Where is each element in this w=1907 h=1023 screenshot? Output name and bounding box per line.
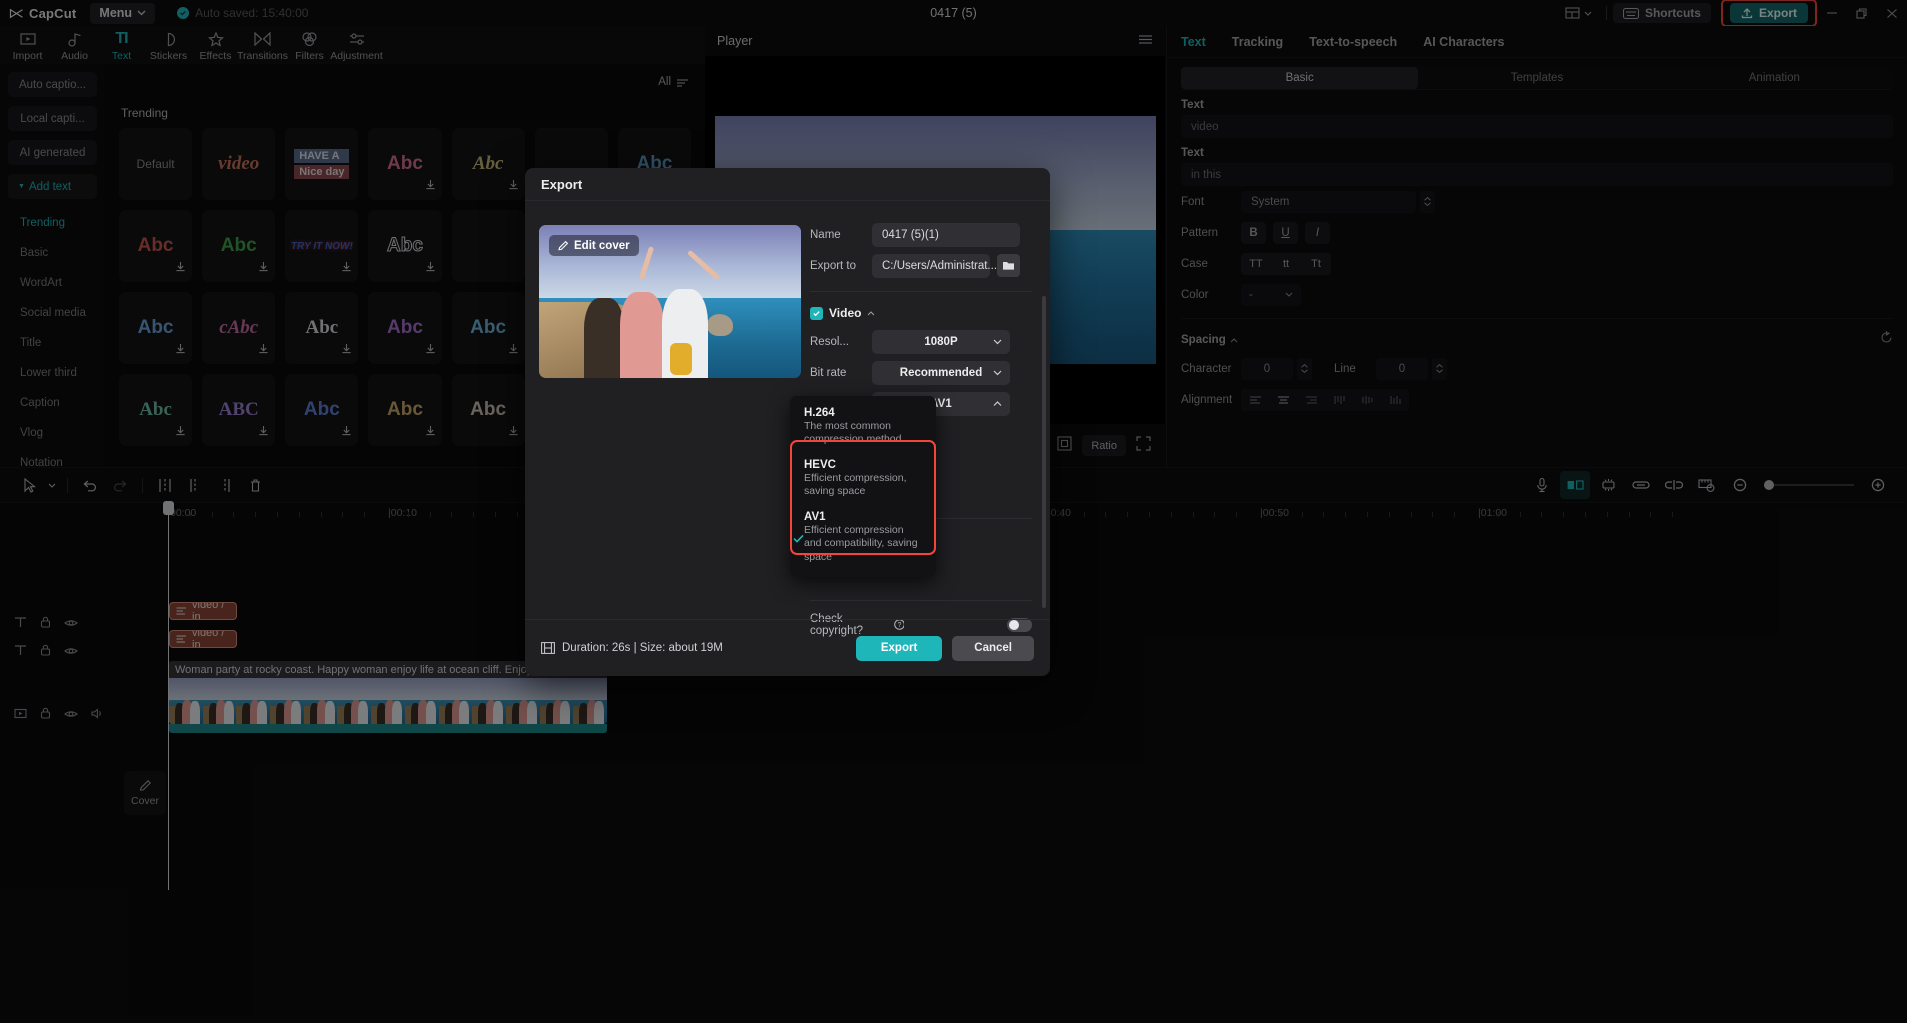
name-label: Name <box>810 229 872 241</box>
resolution-label: Resol... <box>810 336 872 348</box>
export-dialog-body: Edit cover Name 0417 (5)(1) Export to C:… <box>525 201 1050 619</box>
resolution-value: 1080P <box>924 336 957 348</box>
dialog-export-button[interactable]: Export <box>856 636 942 661</box>
check-icon <box>793 530 804 548</box>
cover-backpack <box>670 343 692 375</box>
form-divider <box>810 291 1032 292</box>
codec-option-title: AV1 <box>804 511 922 523</box>
codec-option-title: HEVC <box>804 459 922 471</box>
export-dialog-footer: Duration: 26s | Size: about 19M Export C… <box>525 619 1050 676</box>
dialog-action-buttons: Export Cancel <box>856 636 1034 661</box>
bitrate-select[interactable]: Recommended <box>872 361 1010 385</box>
export-dialog: Export Edit cover <box>525 168 1050 676</box>
resolution-select[interactable]: 1080P <box>872 330 1010 354</box>
export-path-input[interactable]: C:/Users/Administrat... <box>872 254 990 278</box>
chevron-down-icon <box>993 370 1002 376</box>
bitrate-label: Bit rate <box>810 367 872 379</box>
cover-rock <box>707 314 733 336</box>
export-to-row: Export to C:/Users/Administrat... <box>810 250 1032 281</box>
duration-info: Duration: 26s | Size: about 19M <box>541 642 723 654</box>
codec-dropdown-menu: H.264 The most common compression method… <box>790 396 936 577</box>
cover-person-1 <box>584 298 624 378</box>
dialog-scrollbar[interactable] <box>1042 296 1046 608</box>
dialog-cancel-button[interactable]: Cancel <box>952 636 1034 661</box>
resolution-row: Resol... 1080P <box>810 326 1032 357</box>
codec-option-h264[interactable]: H.264 The most common compression method <box>790 402 936 454</box>
export-to-label: Export to <box>810 260 872 272</box>
export-dialog-title: Export <box>525 168 1050 201</box>
video-section-label: Video <box>829 306 861 320</box>
chevron-down-icon <box>993 339 1002 345</box>
video-section-header: Video <box>810 300 1032 326</box>
edit-cover-button[interactable]: Edit cover <box>549 235 639 256</box>
copyright-divider <box>810 600 1032 601</box>
codec-option-desc: Efficient compression, saving space <box>804 472 922 499</box>
pencil-icon <box>558 240 569 251</box>
folder-icon <box>1002 260 1015 271</box>
name-row: Name 0417 (5)(1) <box>810 219 1032 250</box>
browse-folder-button[interactable] <box>997 254 1020 277</box>
video-checkbox[interactable] <box>810 307 823 320</box>
codec-option-av1[interactable]: AV1 Efficient compression and compatibil… <box>790 506 936 571</box>
codec-option-desc: The most common compression method <box>804 420 922 447</box>
edit-cover-label: Edit cover <box>574 240 630 252</box>
capcut-app: CapCut Menu Auto saved: 15:40:00 0417 (5… <box>0 0 1907 1023</box>
bitrate-value: Recommended <box>900 367 982 379</box>
duration-text: Duration: 26s | Size: about 19M <box>562 642 723 654</box>
codec-option-title: H.264 <box>804 407 922 419</box>
chevron-up-icon[interactable] <box>867 311 875 316</box>
cover-preview-pane: Edit cover <box>525 201 810 619</box>
cover-person-2 <box>620 292 664 378</box>
name-input[interactable]: 0417 (5)(1) <box>872 223 1020 247</box>
codec-option-hevc[interactable]: HEVC Efficient compression, saving space <box>790 454 936 506</box>
bitrate-row: Bit rate Recommended <box>810 357 1032 388</box>
check-icon <box>812 309 821 318</box>
film-icon <box>541 642 555 654</box>
cover-image: Edit cover <box>539 225 801 378</box>
codec-option-desc: Efficient compression and compatibility,… <box>804 524 922 564</box>
chevron-up-icon <box>993 401 1002 407</box>
